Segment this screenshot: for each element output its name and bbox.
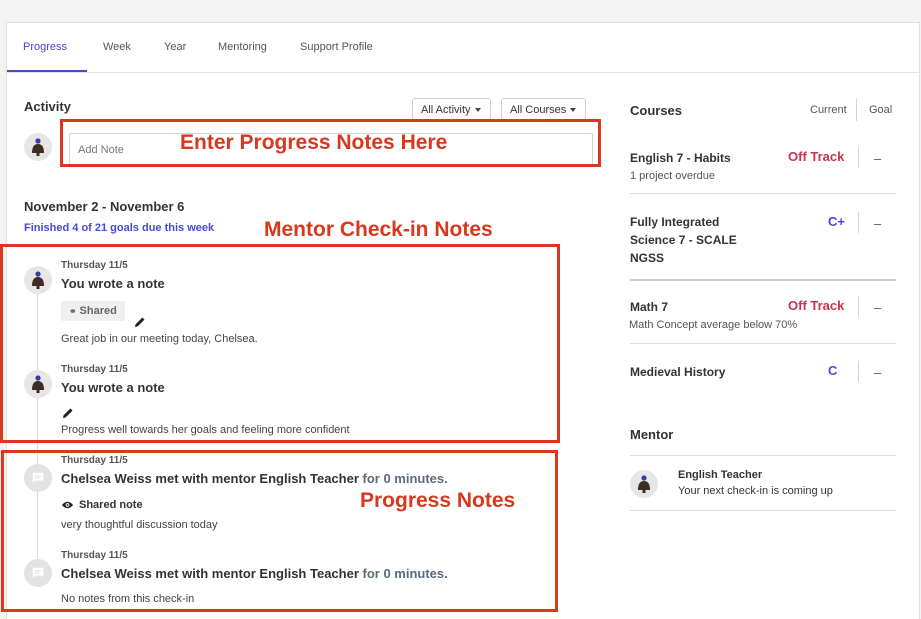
course-subtext: Math Concept average below 70% <box>629 319 798 331</box>
divider <box>858 296 859 317</box>
tab-support-profile[interactable]: Support Profile <box>300 41 373 53</box>
mentor-name[interactable]: English Teacher <box>678 469 762 481</box>
tab-week[interactable]: Week <box>103 41 131 53</box>
divider <box>858 212 859 233</box>
user-avatar-icon <box>638 475 650 493</box>
course-name-line: Science 7 - SCALE <box>630 233 737 247</box>
courses-heading: Courses <box>630 103 683 118</box>
active-tab-indicator <box>7 70 87 72</box>
divider <box>630 510 896 511</box>
avatar <box>630 470 658 498</box>
annotation-label-progress-notes: Progress Notes <box>360 489 516 512</box>
goals-summary-link[interactable]: Finished 4 of 21 goals due this week <box>24 222 214 234</box>
courses-filter-dropdown[interactable]: All Courses <box>501 98 586 120</box>
divider <box>630 455 896 456</box>
goal-value: – <box>874 151 882 166</box>
activity-filter-label: All Activity <box>421 104 471 116</box>
course-grade: C <box>828 363 838 378</box>
annotation-label-mentor-checkin: Mentor Check-in Notes <box>264 218 493 241</box>
goal-column-header: Goal <box>869 104 893 116</box>
status-off-track: Off Track <box>788 149 845 164</box>
avatar <box>24 133 52 161</box>
goal-value: – <box>874 300 882 315</box>
divider <box>858 147 859 168</box>
course-name-line: Fully Integrated <box>630 215 720 229</box>
courses-filter-label: All Courses <box>510 104 567 116</box>
divider <box>630 343 896 344</box>
annotation-box-mentor-checkin <box>0 244 560 443</box>
divider <box>630 279 896 281</box>
chevron-down-icon <box>570 108 577 113</box>
divider <box>630 193 896 194</box>
tab-bar: Progress Week Year Mentoring Support Pro… <box>7 23 919 73</box>
week-range-heading: November 2 - November 6 <box>24 199 185 214</box>
current-column-header: Current <box>810 104 847 116</box>
divider <box>856 99 857 121</box>
course-grade: C+ <box>828 214 845 229</box>
course-name-line: NGSS <box>630 251 665 265</box>
course-name[interactable]: Fully Integrated Science 7 - SCALE NGSS <box>630 213 737 267</box>
tab-progress[interactable]: Progress <box>23 41 67 53</box>
goal-value: – <box>874 216 882 231</box>
user-avatar-icon <box>32 138 44 156</box>
goal-value: – <box>874 365 882 380</box>
activity-filter-dropdown[interactable]: All Activity <box>412 98 491 120</box>
mentor-subtext: Your next check-in is coming up <box>678 485 833 497</box>
mentor-heading: Mentor <box>630 427 674 442</box>
course-name[interactable]: Medieval History <box>630 363 725 381</box>
tab-year[interactable]: Year <box>164 41 186 53</box>
tab-mentoring[interactable]: Mentoring <box>218 41 267 53</box>
course-subtext: 1 project overdue <box>630 170 715 182</box>
course-name[interactable]: Math 7 <box>630 298 668 316</box>
course-name[interactable]: English 7 - Habits <box>630 149 731 167</box>
chevron-down-icon <box>474 108 481 113</box>
divider <box>858 361 859 382</box>
annotation-box-progress-notes <box>1 450 558 612</box>
status-off-track: Off Track <box>788 298 845 313</box>
activity-heading: Activity <box>24 99 71 114</box>
annotation-label-enter-notes: Enter Progress Notes Here <box>180 131 448 154</box>
